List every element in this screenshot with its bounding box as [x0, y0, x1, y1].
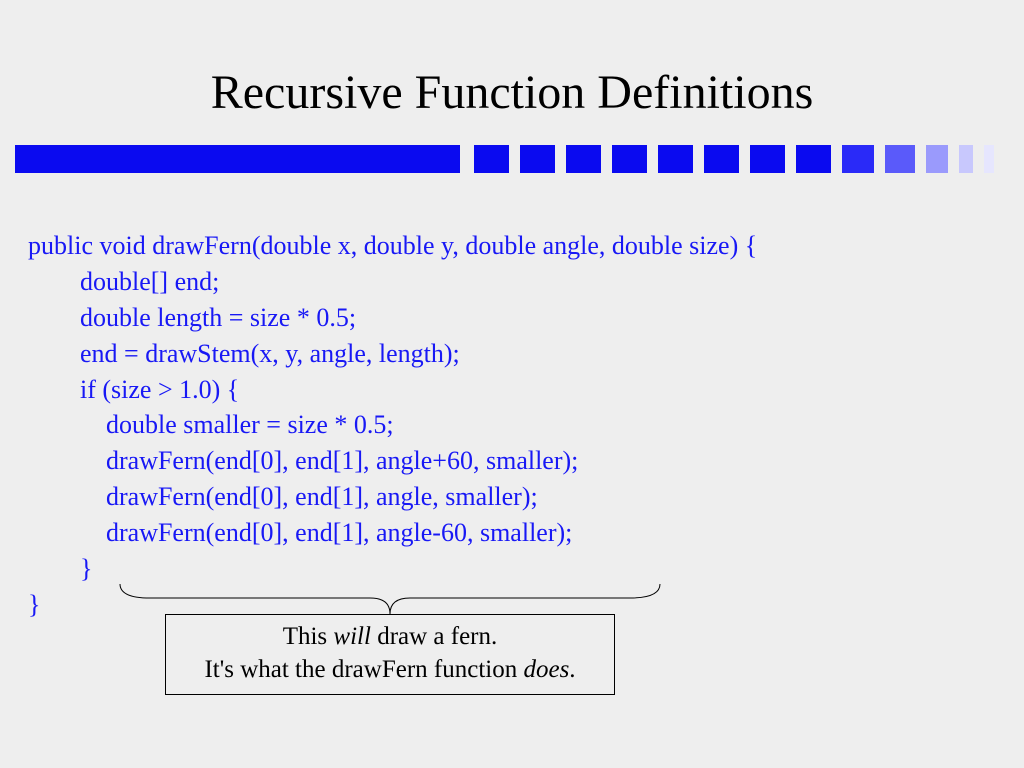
divider-bar-square — [984, 145, 994, 173]
code-block: public void drawFern(double x, double y,… — [0, 173, 1024, 623]
code-line: drawFern(end[0], end[1], angle, smaller)… — [28, 482, 538, 511]
code-line: double length = size * 0.5; — [28, 303, 356, 332]
code-line: drawFern(end[0], end[1], angle+60, small… — [28, 446, 578, 475]
callout-box: This will draw a fern. It's what the dra… — [165, 614, 615, 695]
code-line: double smaller = size * 0.5; — [28, 410, 394, 439]
divider-bar-square — [704, 145, 739, 173]
slide-title: Recursive Function Definitions — [0, 0, 1024, 145]
curly-brace-icon — [110, 580, 670, 616]
divider-bar-square — [520, 145, 555, 173]
decorative-divider — [0, 145, 1024, 173]
code-line: end = drawStem(x, y, angle, length); — [28, 339, 460, 368]
callout-container: This will draw a fern. It's what the dra… — [100, 580, 680, 695]
code-line: if (size > 1.0) { — [28, 375, 239, 404]
code-line: } — [28, 590, 40, 619]
divider-bar-square — [474, 145, 509, 173]
divider-bar-square — [796, 145, 831, 173]
divider-bar-square — [959, 145, 973, 173]
callout-line-1: This will draw a fern. — [184, 621, 596, 654]
code-line: double[] end; — [28, 267, 219, 296]
divider-bar-square — [926, 145, 948, 173]
divider-bar-square — [842, 145, 874, 173]
code-line: drawFern(end[0], end[1], angle-60, small… — [28, 518, 572, 547]
divider-bar-square — [885, 145, 915, 173]
divider-bar-long — [15, 145, 460, 173]
divider-bar-square — [658, 145, 693, 173]
code-line: public void drawFern(double x, double y,… — [28, 231, 757, 260]
divider-bar-square — [612, 145, 647, 173]
code-line: } — [28, 554, 92, 583]
callout-line-2: It's what the drawFern function does. — [184, 654, 596, 687]
divider-bar-square — [566, 145, 601, 173]
divider-bar-square — [750, 145, 785, 173]
